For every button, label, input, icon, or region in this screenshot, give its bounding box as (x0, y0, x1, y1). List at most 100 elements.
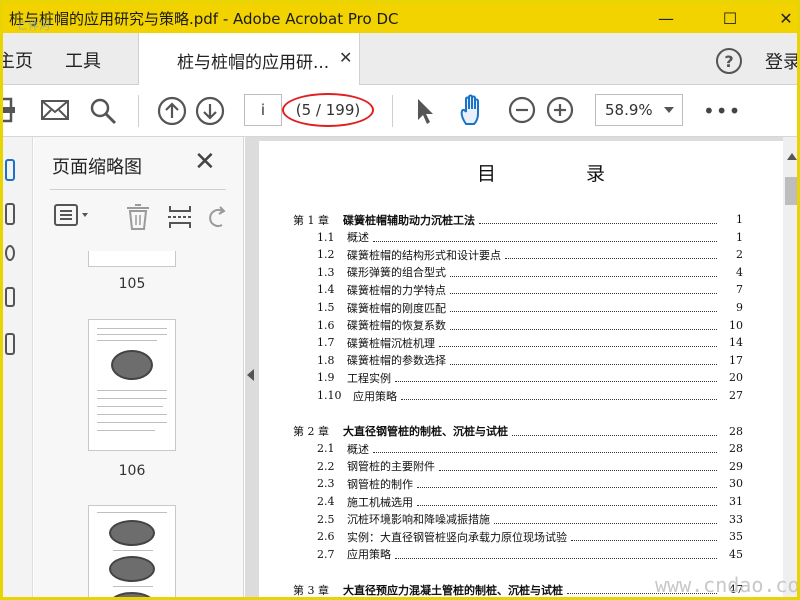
toc-page-number: 20 (729, 371, 743, 385)
toc-entry-text: 碟簧桩帽的参数选择 (347, 354, 446, 368)
zoom-select[interactable]: 58.9% (595, 94, 683, 126)
select-cursor-icon[interactable] (415, 97, 435, 125)
panel-close-icon[interactable]: ✕ (194, 147, 216, 177)
figure-image (109, 592, 155, 597)
page-number-input[interactable]: i (244, 94, 282, 126)
toc-number: 2.1 (317, 442, 335, 456)
toc-section-row[interactable]: 2.6 实例：大直径钢管桩竖向承载力原位现场试验 35 (259, 528, 783, 545)
delete-page-icon[interactable] (124, 203, 152, 235)
figure-image (111, 350, 153, 380)
toc-number: 1.10 (317, 389, 342, 402)
pdf-page: 目 录 第 1 章碟簧桩帽辅助动力沉桩工法 1 1.1 概述 1 1.2 碟簧桩帽的结构形式… (259, 141, 783, 597)
thumbnail-panel: 页面缩略图 ✕ 105 106 (34, 137, 264, 597)
watermark-text: www.cndao.com (655, 573, 800, 597)
page-thumbnail[interactable] (88, 251, 176, 267)
bookmark-icon[interactable] (5, 203, 15, 225)
toc-page-number: 7 (736, 283, 743, 297)
toc-leader-dots (373, 452, 717, 454)
toc-leader-dots (417, 505, 717, 506)
insert-page-icon[interactable] (166, 203, 194, 235)
toc-page-number: 28 (729, 442, 743, 456)
toc-number: 1.7 (317, 336, 335, 350)
thumbnail-options-icon[interactable] (54, 203, 94, 233)
toc-number: 2.5 (317, 512, 335, 526)
toc-section-row[interactable]: 2.3 钢管桩的制作 30 (259, 475, 783, 492)
login-button[interactable]: 登录 (765, 48, 797, 74)
document-tab-close-icon[interactable]: ✕ (339, 48, 352, 67)
toc-entry-text: 工程实例 (347, 371, 391, 385)
toc-leader-dots (494, 522, 717, 524)
page-thumbnail[interactable] (88, 319, 176, 451)
page-thumbnails-icon[interactable] (5, 159, 15, 181)
toc-number: 2.2 (317, 459, 335, 473)
toc-number: 第 2 章 (293, 425, 329, 439)
toc-leader-dots (505, 258, 717, 260)
toc-entry-text: 实例：大直径钢管桩竖向承载力原位现场试验 (347, 530, 567, 544)
next-page-icon[interactable] (195, 96, 225, 126)
toc-section-row[interactable]: 1.2 碟簧桩帽的结构形式和设计要点 2 (259, 246, 783, 263)
mail-icon[interactable] (41, 100, 69, 120)
toc-number: 1.6 (317, 318, 335, 332)
title-overlay-text: 亡伴河 (17, 19, 50, 32)
scrollbar-thumb[interactable] (785, 177, 797, 205)
toc-chapter-row[interactable]: 第 2 章大直径钢管桩的制桩、沉桩与试桩 28 (259, 423, 783, 440)
tab-tools[interactable]: 工具 (65, 47, 101, 73)
layers-icon[interactable] (5, 287, 15, 307)
add-icon[interactable] (3, 97, 15, 123)
tab-home[interactable]: 主页 (3, 47, 33, 73)
toc-leader-dots (571, 540, 717, 542)
app-window: 桩与桩帽的应用研究与策略.pdf - Adobe Acrobat Pro DC … (0, 0, 800, 600)
toc-section-row[interactable]: 1.9 工程实例 20 (259, 369, 783, 386)
attachment-icon[interactable] (5, 245, 15, 261)
document-viewer: 目 录 第 1 章碟簧桩帽辅助动力沉桩工法 1 1.1 概述 1 1.2 碟簧桩帽的结构形式… (245, 137, 797, 597)
page-thumbnail[interactable] (88, 505, 176, 597)
close-window-button[interactable]: ✕ (763, 3, 797, 33)
zoom-in-icon[interactable] (546, 96, 574, 124)
collapse-panel-icon[interactable] (247, 369, 254, 381)
toc-entry-text: 钢管桩的主要附件 (347, 460, 435, 474)
document-icon[interactable] (5, 333, 15, 355)
thumbnail-page-number: 106 (118, 463, 146, 479)
help-icon[interactable]: ? (716, 48, 742, 74)
toc-number: 第 1 章 (293, 213, 329, 227)
document-tab[interactable]: 桩与桩帽的应用研... ✕ (138, 33, 360, 85)
toc-entry-text: 概述 (347, 231, 369, 245)
toc-section-row[interactable]: 2.4 施工机械选用 31 (259, 493, 783, 510)
toolbar-divider (138, 95, 139, 127)
toc-page-number: 10 (729, 318, 743, 332)
toc-entry-text: 碟簧桩帽的刚度匹配 (347, 301, 446, 315)
maximize-button[interactable]: ☐ (707, 3, 753, 33)
toc-entry-text: 碟簧桩帽沉桩机理 (347, 336, 435, 350)
toc-section-row[interactable]: 1.3 碟形弹簧的组合型式 4 (259, 264, 783, 281)
toc-section-row[interactable]: 2.7 应用策略 45 (259, 546, 783, 563)
toc-leader-dots (373, 240, 717, 242)
minimize-button[interactable]: — (643, 3, 689, 33)
document-scrollbar[interactable] (783, 137, 797, 597)
toc-section-row[interactable]: 1.7 碟簧桩帽沉桩机理 14 (259, 334, 783, 351)
toc-section-row[interactable]: 1.6 碟簧桩帽的恢复系数 10 (259, 317, 783, 334)
toc-page-number: 28 (729, 424, 743, 438)
more-tools-button[interactable]: ••• (703, 99, 741, 123)
toc-page-number: 1 (736, 213, 743, 226)
scroll-up-icon[interactable] (787, 153, 797, 160)
zoom-out-icon[interactable] (508, 96, 536, 124)
toc-section-row[interactable]: 1.4 碟簧桩帽的力学特点 7 (259, 281, 783, 298)
toc-section-row[interactable]: 1.8 碟簧桩帽的参数选择 17 (259, 352, 783, 369)
toc-section-row[interactable]: 1.5 碟簧桩帽的刚度匹配 9 (259, 299, 783, 316)
toc-section-row[interactable]: 2.1 概述 28 (259, 440, 783, 457)
hand-tool-icon[interactable] (458, 94, 488, 128)
toc-section-row[interactable]: 2.5 沉桩环境影响和降噪减振措施 33 (259, 511, 783, 528)
toc-chapter-row[interactable]: 第 1 章碟簧桩帽辅助动力沉桩工法 1 (259, 211, 783, 228)
previous-page-icon[interactable] (157, 96, 187, 126)
rotate-page-icon[interactable] (208, 203, 228, 235)
toc-leader-dots (401, 399, 717, 400)
toc-section-row[interactable]: 1.10 应用策略 27 (259, 387, 783, 404)
toc-page-number: 9 (736, 301, 743, 314)
toc-leader-dots (450, 311, 717, 312)
search-icon[interactable] (89, 97, 117, 125)
zoom-value: 58.9% (605, 101, 653, 119)
toc-leader-dots (439, 469, 717, 471)
toc-number: 1.4 (317, 283, 335, 297)
toc-section-row[interactable]: 2.2 钢管桩的主要附件 29 (259, 458, 783, 475)
toc-section-row[interactable]: 1.1 概述 1 (259, 229, 783, 246)
